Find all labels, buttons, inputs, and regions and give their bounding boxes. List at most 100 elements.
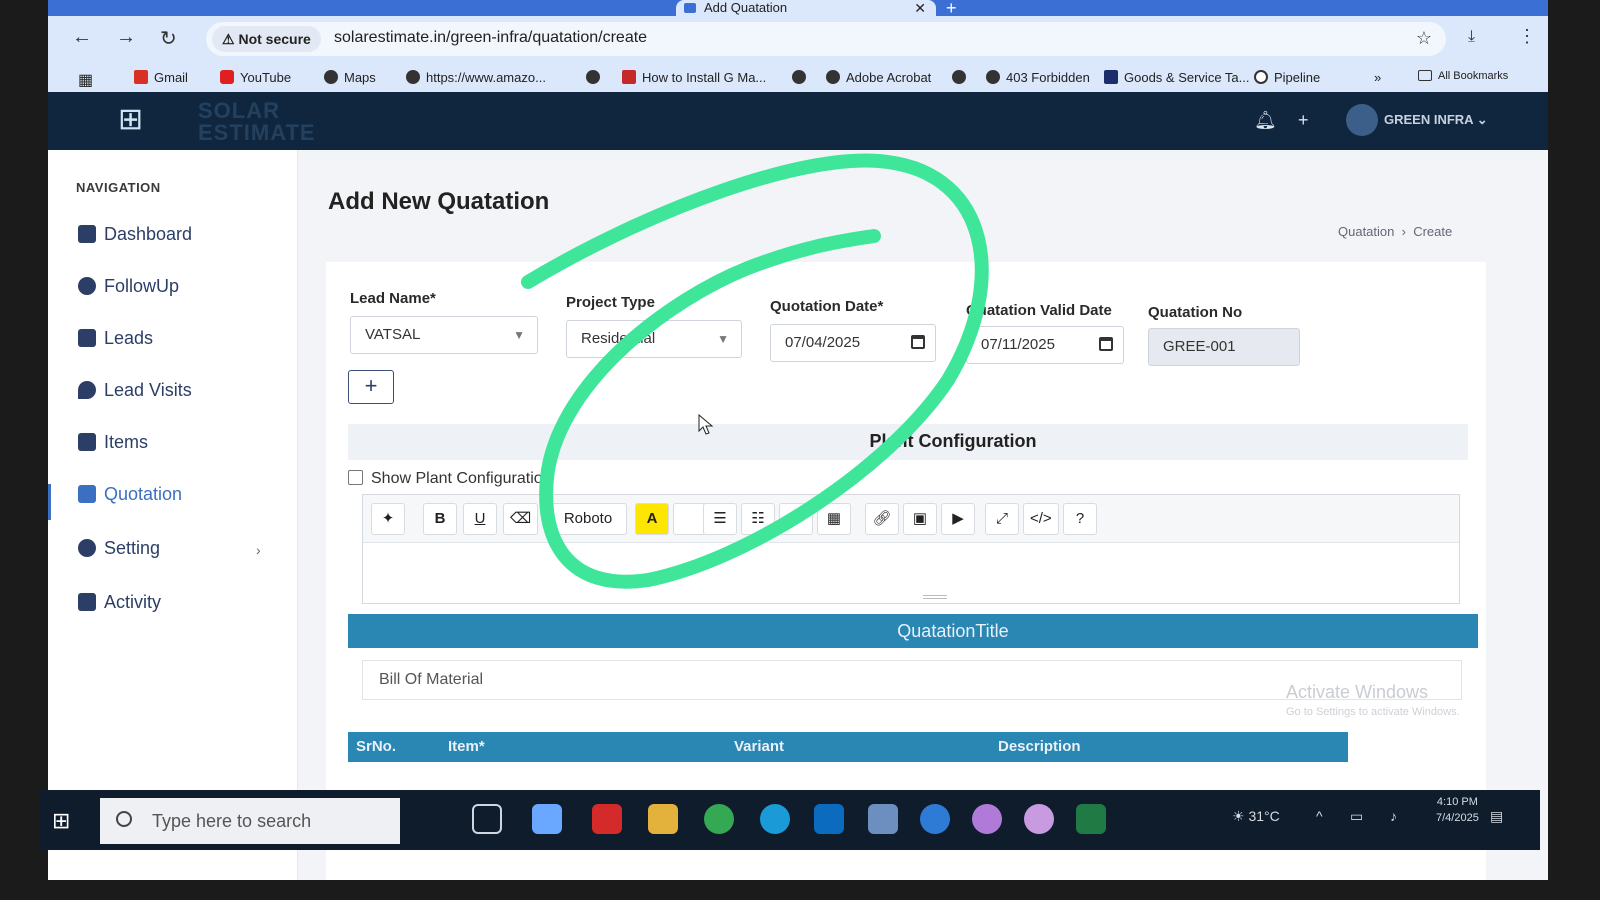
sidebar-item-quotation[interactable]: Quotation — [78, 484, 182, 505]
editor-resize-handle[interactable] — [923, 595, 947, 599]
task-view-icon[interactable] — [472, 804, 502, 834]
activate-windows-watermark: Activate Windows — [1286, 682, 1429, 702]
bookmark-adobe-acrobat[interactable]: Adobe Acrobat — [826, 70, 931, 85]
project-type-select[interactable]: Residential ▼ — [566, 320, 742, 358]
underline-button[interactable]: U — [463, 503, 497, 535]
document-icon — [78, 485, 96, 503]
bookmark-403[interactable]: 403 Forbidden — [986, 70, 1090, 85]
notification-icon[interactable]: ▤ — [1490, 808, 1503, 825]
close-tab-icon[interactable]: ✕ — [914, 0, 926, 16]
avatar[interactable] — [1346, 104, 1378, 136]
checkbox-box[interactable] — [348, 470, 363, 485]
bookmark-gst[interactable]: Goods & Service Ta... — [1104, 70, 1250, 85]
clock-time: 4:10 PM — [1436, 796, 1478, 808]
chrome-icon[interactable] — [704, 804, 734, 834]
bookmark-label: Goods & Service Ta... — [1124, 70, 1250, 85]
show-plant-configuration-checkbox[interactable]: Show Plant Configuration — [348, 470, 552, 488]
link-icon[interactable]: 🔗︎ — [865, 503, 899, 535]
bookmark-amazon[interactable]: https://www.amazo... — [406, 70, 546, 85]
bullet-list-icon[interactable]: ☰ — [703, 503, 737, 535]
address-bar[interactable]: ⚠ Not secure solarestimate.in/green-infr… — [206, 22, 1446, 56]
sidebar-item-dashboard[interactable]: Dashboard — [78, 224, 192, 245]
back-icon[interactable]: ← — [72, 26, 92, 49]
breadcrumb-parent[interactable]: Quatation — [1338, 224, 1394, 239]
valid-date-input[interactable]: 07/11/2025 — [966, 326, 1124, 364]
security-badge[interactable]: ⚠ Not secure — [212, 26, 321, 52]
download-icon[interactable]: ⤓ — [1468, 28, 1475, 46]
color-dropdown-icon[interactable] — [673, 503, 707, 535]
sidebar-item-activity[interactable]: Activity — [78, 592, 161, 613]
bookmark-maps[interactable]: Maps — [324, 70, 376, 85]
acrobat-icon[interactable] — [592, 804, 622, 834]
bold-button[interactable]: B — [423, 503, 457, 535]
windows-start-icon[interactable]: ⊞ — [52, 808, 70, 834]
store-icon[interactable] — [868, 804, 898, 834]
calendar-icon[interactable] — [1099, 337, 1113, 351]
copilot-icon[interactable] — [532, 804, 562, 834]
numbered-list-icon[interactable]: ☷ — [741, 503, 775, 535]
edge-icon[interactable] — [760, 804, 790, 834]
add-lead-button[interactable]: + — [348, 370, 394, 404]
active-indicator — [48, 484, 51, 520]
volume-icon[interactable]: ♪ — [1390, 808, 1397, 824]
system-clock[interactable]: 4:10 PM 7/4/2025 — [1436, 794, 1479, 826]
bom-table-header: SrNo. Item* Variant Description — [348, 732, 1348, 762]
help-icon[interactable]: ? — [1063, 503, 1097, 535]
globe-icon[interactable] — [952, 70, 972, 85]
font-family-select[interactable]: Roboto — [549, 503, 627, 535]
fullscreen-icon[interactable]: ⤢ — [985, 503, 1019, 535]
taskbar-search[interactable]: Type here to search — [100, 798, 400, 844]
sidebar-item-leads[interactable]: Leads — [78, 328, 153, 349]
align-icon[interactable]: ≡ — [779, 503, 813, 535]
rich-text-editor[interactable]: ✦ B U ⌫ Roboto A ☰ ☷ ≡ ▦ 🔗︎ ▣ ▶ ⤢ </> ? — [362, 494, 1460, 604]
quotation-date-input[interactable]: 07/04/2025 — [770, 324, 936, 362]
code-view-icon[interactable]: </> — [1023, 503, 1059, 535]
globe-icon[interactable] — [586, 70, 606, 85]
excel-icon[interactable] — [1076, 804, 1106, 834]
menu-icon[interactable]: ⋮ — [1518, 26, 1536, 47]
apps-grid-icon[interactable]: ▦ — [78, 70, 93, 90]
sidebar-item-followup[interactable]: FollowUp — [78, 276, 179, 297]
star-icon[interactable]: ☆ — [1416, 28, 1432, 49]
reload-icon[interactable]: ↻ — [160, 26, 177, 51]
sidebar-item-lead-visits[interactable]: Lead Visits — [78, 380, 192, 401]
table-icon[interactable]: ▦ — [817, 503, 851, 535]
add-icon[interactable]: + — [1298, 110, 1309, 131]
lead-name-select[interactable]: VATSAL ▼ — [350, 316, 538, 354]
tab-title: Add Quatation — [704, 0, 788, 15]
new-tab-icon[interactable]: + — [946, 0, 957, 17]
highlight-color-button[interactable]: A — [635, 503, 669, 535]
bookmark-gmail[interactable]: Gmail — [134, 70, 188, 85]
outlook-icon[interactable] — [814, 804, 844, 834]
globe-icon[interactable] — [792, 70, 812, 85]
magic-wand-icon[interactable]: ✦ — [371, 503, 405, 535]
forward-icon[interactable]: → — [116, 26, 136, 49]
user-menu[interactable]: GREEN INFRA ⌄ — [1384, 112, 1488, 128]
bookmark-label: Maps — [344, 70, 376, 85]
bookmark-how-to-install[interactable]: How to Install G Ma... — [622, 70, 766, 85]
app-icon[interactable] — [1024, 804, 1054, 834]
video-icon[interactable]: ▶ — [941, 503, 975, 535]
eraser-icon[interactable]: ⌫ — [503, 503, 539, 535]
bookmark-youtube[interactable]: YouTube — [220, 70, 291, 85]
bookmark-pipeline[interactable]: Pipeline — [1254, 70, 1320, 85]
lead-name-value: VATSAL — [365, 326, 421, 343]
all-bookmarks[interactable]: All Bookmarks — [1418, 70, 1508, 82]
file-explorer-icon[interactable] — [648, 804, 678, 834]
sidebar-item-items[interactable]: Items — [78, 432, 148, 453]
bookmarks-bar: ▦ Gmail YouTube Maps https://www.amazo..… — [48, 62, 1548, 92]
quotation-no-field[interactable]: GREE-001 — [1148, 328, 1300, 366]
internet-explorer-icon[interactable] — [920, 804, 950, 834]
calendar-icon[interactable] — [911, 335, 925, 349]
network-icon[interactable]: ▭ — [1350, 808, 1363, 825]
weather-temperature[interactable]: ☀ 31°C — [1232, 808, 1280, 825]
sidebar-item-setting[interactable]: Setting — [78, 538, 160, 559]
browser-tab[interactable]: Add Quatation ✕ — [676, 0, 936, 16]
chevron-right-icon[interactable]: › — [256, 542, 261, 558]
app-icon[interactable] — [972, 804, 1002, 834]
bell-icon[interactable]: 🔔︎ — [1254, 110, 1277, 131]
tray-chevron-icon[interactable]: ^ — [1316, 808, 1323, 824]
image-icon[interactable]: ▣ — [903, 503, 937, 535]
more-bookmarks-icon[interactable]: » — [1374, 70, 1381, 85]
valid-date-value: 07/11/2025 — [981, 336, 1055, 353]
